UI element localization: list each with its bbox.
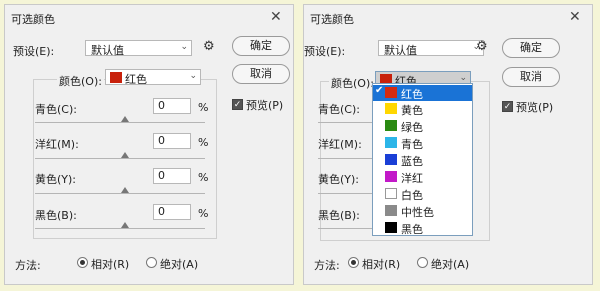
yellow-unit: %: [198, 171, 209, 184]
black-input[interactable]: 0: [153, 204, 191, 220]
title-bar: 可选颜色: [304, 5, 592, 31]
option-black[interactable]: 黑色: [373, 220, 472, 236]
preset-label: 预设(E):: [304, 45, 346, 58]
ok-button[interactable]: 确定: [502, 38, 560, 58]
chevron-down-icon: ⌄: [459, 73, 467, 83]
magenta-swatch: [385, 171, 397, 182]
cyan-label: 青色(C):: [35, 103, 77, 116]
cyan-slider-track[interactable]: [35, 122, 205, 123]
white-swatch: [385, 188, 397, 199]
cancel-button[interactable]: 取消: [232, 64, 290, 84]
color-dropdown-list: ✔ 红色 黄色 绿色 青色 蓝色 洋红 白色 中性色 黑色: [372, 83, 473, 236]
option-label: 绿色: [401, 121, 423, 134]
preset-select[interactable]: 默认值 ⌄: [378, 40, 484, 57]
black-swatch: [385, 222, 397, 233]
relative-label: 相对(R): [362, 258, 401, 271]
cancel-button[interactable]: 取消: [502, 67, 560, 87]
yellow-swatch: [385, 103, 397, 114]
gear-icon[interactable]: ⚙: [203, 39, 215, 54]
yellow-label: 黄色(Y):: [35, 173, 77, 186]
absolute-label: 绝对(A): [431, 258, 470, 271]
black-label: 黑色(B):: [35, 209, 77, 222]
option-label: 白色: [401, 189, 423, 202]
cyan-unit: %: [198, 101, 209, 114]
option-label: 黑色: [401, 223, 423, 236]
preset-value: 默认值: [384, 44, 417, 57]
option-magenta[interactable]: 洋红: [373, 169, 472, 185]
preview-label: 预览(P): [516, 101, 554, 114]
absolute-radio[interactable]: [146, 257, 157, 268]
yellow-label: 黄色(Y):: [318, 173, 360, 186]
option-neutral[interactable]: 中性色: [373, 203, 472, 219]
relative-radio[interactable]: [348, 257, 359, 268]
option-label: 洋红: [401, 172, 423, 185]
color-label: 颜色(O):: [329, 75, 376, 91]
neutral-swatch: [385, 205, 397, 216]
cyan-label: 青色(C):: [318, 103, 360, 116]
black-label: 黑色(B):: [318, 209, 360, 222]
yellow-slider-track[interactable]: [318, 193, 378, 194]
yellow-input[interactable]: 0: [153, 168, 191, 184]
option-red[interactable]: ✔ 红色: [373, 85, 472, 101]
black-unit: %: [198, 207, 209, 220]
option-label: 中性色: [401, 206, 434, 219]
method-label: 方法:: [15, 259, 41, 272]
option-cyan[interactable]: 青色: [373, 135, 472, 151]
magenta-label: 洋红(M):: [35, 138, 79, 151]
magenta-slider-thumb[interactable]: [121, 152, 129, 158]
yellow-slider-track[interactable]: [35, 193, 205, 194]
blue-swatch: [385, 154, 397, 165]
black-slider-track[interactable]: [318, 228, 378, 229]
yellow-slider-thumb[interactable]: [121, 187, 129, 193]
preview-checkbox[interactable]: ✓: [502, 101, 513, 112]
preset-label: 预设(E):: [13, 45, 55, 58]
magenta-slider-track[interactable]: [318, 158, 378, 159]
magenta-label: 洋红(M):: [318, 138, 362, 151]
option-label: 青色: [401, 138, 423, 151]
relative-label: 相对(R): [91, 258, 130, 271]
option-yellow[interactable]: 黄色: [373, 101, 472, 117]
green-swatch: [385, 120, 397, 131]
color-select[interactable]: 红色 ⌄: [105, 69, 201, 86]
title-bar: 可选颜色: [5, 5, 293, 31]
magenta-input[interactable]: 0: [153, 133, 191, 149]
method-label: 方法:: [314, 259, 340, 272]
magenta-slider-track[interactable]: [35, 158, 205, 159]
color-value: 红色: [125, 73, 147, 86]
cyan-slider-track[interactable]: [318, 122, 378, 123]
dialog-title: 可选颜色: [310, 13, 354, 26]
magenta-unit: %: [198, 136, 209, 149]
close-icon[interactable]: [569, 9, 583, 25]
selective-color-dialog-left: 可选颜色 预设(E): 默认值 ⌄ ⚙ 确定 取消 ✓ 预览(P) 颜色(O):…: [4, 4, 294, 285]
chevron-down-icon: ⌄: [180, 42, 188, 52]
option-green[interactable]: 绿色: [373, 118, 472, 134]
chevron-down-icon: ⌄: [189, 71, 197, 81]
dialog-title: 可选颜色: [11, 13, 55, 26]
option-blue[interactable]: 蓝色: [373, 152, 472, 168]
black-slider-thumb[interactable]: [121, 222, 129, 228]
absolute-radio[interactable]: [417, 257, 428, 268]
preview-checkbox[interactable]: ✓: [232, 99, 243, 110]
checkmark-icon: ✔: [375, 85, 384, 96]
preview-label: 预览(P): [246, 99, 284, 112]
option-label: 红色: [401, 88, 423, 101]
preset-value: 默认值: [91, 44, 124, 57]
cyan-slider-thumb[interactable]: [121, 116, 129, 122]
option-label: 蓝色: [401, 155, 423, 168]
black-slider-track[interactable]: [35, 228, 205, 229]
ok-button[interactable]: 确定: [232, 36, 290, 56]
preset-select[interactable]: 默认值 ⌄: [85, 40, 192, 57]
color-label: 颜色(O):: [57, 73, 104, 89]
option-white[interactable]: 白色: [373, 186, 472, 202]
cyan-swatch: [385, 137, 397, 148]
close-icon[interactable]: [270, 9, 284, 25]
gear-icon[interactable]: ⚙: [476, 39, 488, 54]
cyan-input[interactable]: 0: [153, 98, 191, 114]
absolute-label: 绝对(A): [160, 258, 199, 271]
red-swatch: [385, 87, 397, 98]
option-label: 黄色: [401, 104, 423, 117]
relative-radio[interactable]: [77, 257, 88, 268]
red-swatch: [110, 72, 122, 83]
